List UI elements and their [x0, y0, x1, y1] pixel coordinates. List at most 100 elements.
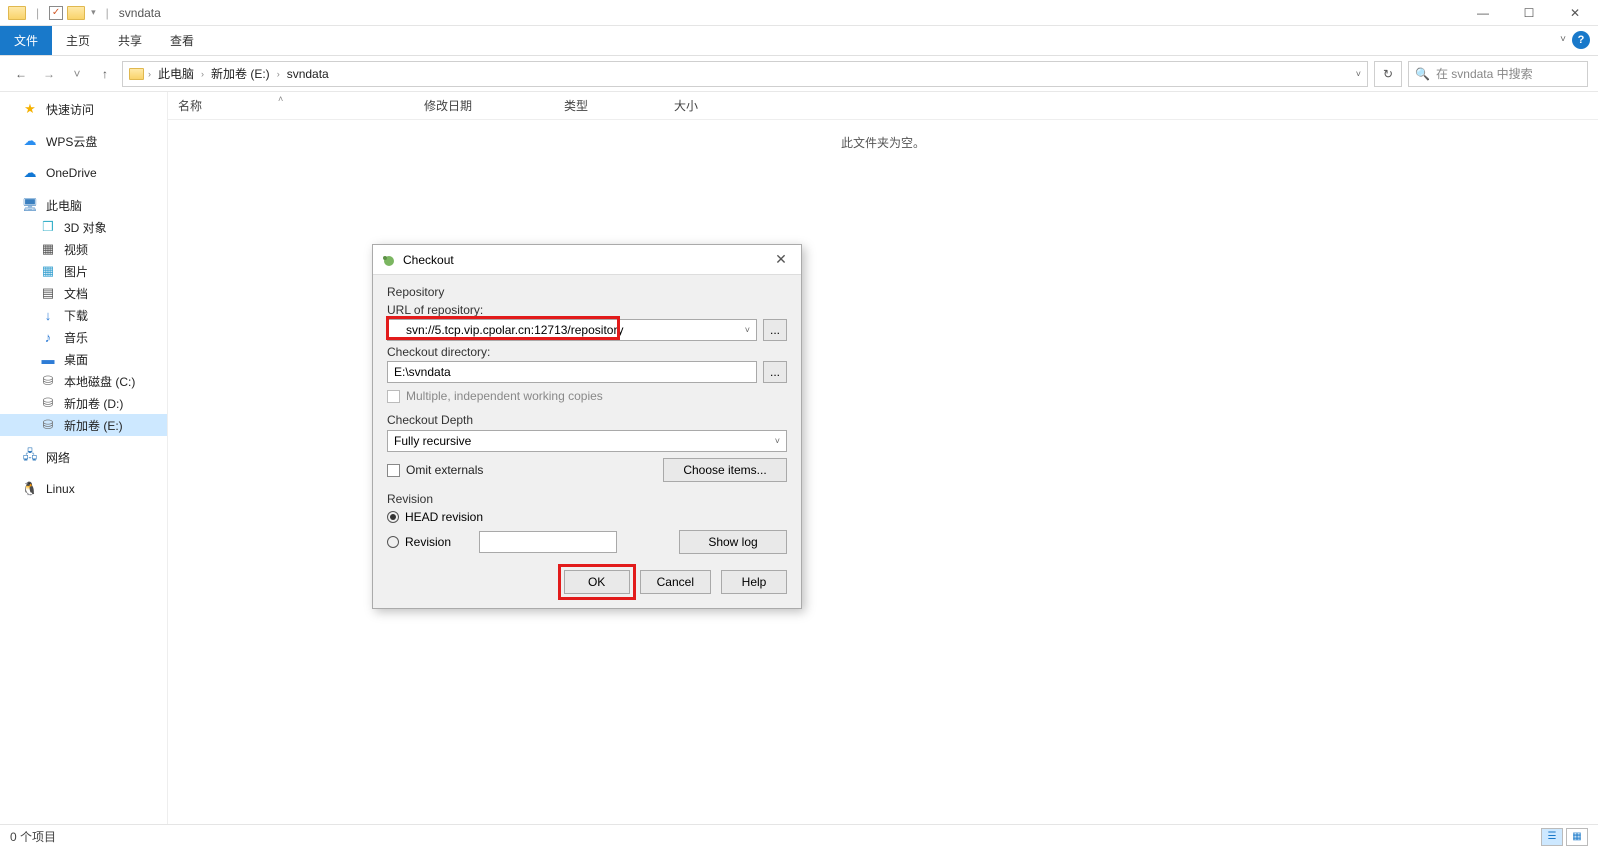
view-large-icons-button[interactable]: ▦	[1566, 828, 1588, 846]
dialog-title-bar[interactable]: Checkout ✕	[373, 245, 801, 275]
sidebar-item-label: 音乐	[64, 329, 88, 346]
checkout-depth-value: Fully recursive	[394, 434, 471, 448]
revision-row[interactable]: Revision	[387, 535, 451, 549]
folder-icon	[129, 68, 144, 80]
folder-icon-2	[67, 6, 85, 20]
sidebar-item-onedrive[interactable]: ☁OneDrive	[0, 162, 167, 184]
column-headers: 名称 ˄ 修改日期 类型 大小	[168, 92, 1598, 120]
tab-file[interactable]: 文件	[0, 26, 52, 55]
sidebar-item-label: 3D 对象	[64, 219, 107, 236]
omit-externals-row[interactable]: Omit externals	[387, 463, 483, 477]
status-bar: 0 个项目 ☰ ▦	[0, 824, 1598, 848]
column-header-size[interactable]: 大小	[664, 97, 744, 114]
tab-share[interactable]: 共享	[104, 26, 156, 55]
chevron-right-icon[interactable]: ›	[277, 69, 280, 79]
nav-forward-button[interactable]: →	[38, 63, 60, 85]
desktop-icon: ▬	[40, 351, 56, 367]
help-button[interactable]: Help	[721, 570, 787, 594]
tortoise-icon	[381, 252, 397, 268]
sort-indicator-icon: ˄	[278, 94, 283, 104]
multiple-copies-label: Multiple, independent working copies	[406, 389, 603, 403]
close-button[interactable]: ✕	[1552, 0, 1598, 26]
cube-icon: ❒	[40, 219, 56, 235]
sidebar-item-linux[interactable]: 🐧 Linux	[0, 478, 167, 500]
sidebar-item-label: 网络	[46, 449, 70, 466]
cancel-button[interactable]: Cancel	[640, 570, 711, 594]
repository-url-input[interactable]: svn://5.tcp.vip.cpolar.cn:12713/reposito…	[387, 319, 757, 341]
ribbon-tabs: 文件 主页 共享 查看 ˅ ?	[0, 26, 1598, 56]
nav-up-button[interactable]: ↑	[94, 63, 116, 85]
sidebar-item-network[interactable]: 🖧 网络	[0, 446, 167, 468]
column-header-date[interactable]: 修改日期	[414, 97, 554, 114]
sidebar-item-3d[interactable]: ❒ 3D 对象	[0, 216, 167, 238]
browse-directory-button[interactable]: ...	[763, 361, 787, 383]
disk-icon: ⛁	[40, 395, 56, 411]
sidebar-item-disk-e[interactable]: ⛁新加卷 (E:)	[0, 414, 167, 436]
cloud-icon: ☁	[22, 133, 38, 149]
ok-button[interactable]: OK	[564, 570, 630, 594]
nav-recent-button[interactable]: ˅	[66, 63, 88, 85]
maximize-button[interactable]: ☐	[1506, 0, 1552, 26]
search-input[interactable]: 🔍 在 svndata 中搜索	[1408, 61, 1588, 87]
head-revision-radio[interactable]	[387, 511, 399, 523]
checkout-directory-input[interactable]: E:\svndata	[387, 361, 757, 383]
chevron-right-icon[interactable]: ›	[148, 69, 151, 79]
sidebar-item-disk-d[interactable]: ⛁ 新加卷 (D:)	[0, 392, 167, 414]
help-icon[interactable]: ?	[1572, 31, 1590, 49]
search-placeholder: 在 svndata 中搜索	[1436, 65, 1533, 82]
status-item-count: 0 个项目	[10, 828, 56, 845]
sidebar-item-documents[interactable]: ▤文档	[0, 282, 167, 304]
network-icon: 🖧	[22, 449, 38, 465]
url-label: URL of repository:	[387, 303, 787, 317]
ribbon-expand-icon[interactable]: ˅	[1560, 34, 1566, 45]
column-label: 名称	[178, 99, 202, 113]
address-bar[interactable]: › 此电脑 › 新加卷 (E:) › svndata ˅	[122, 61, 1368, 87]
chevron-right-icon[interactable]: ›	[201, 69, 204, 79]
sidebar-item-label: 文档	[64, 285, 88, 302]
sidebar-item-label: 新加卷 (D:)	[64, 395, 123, 412]
breadcrumb-drive[interactable]: 新加卷 (E:)	[208, 65, 273, 82]
view-details-button[interactable]: ☰	[1541, 828, 1563, 846]
sidebar-item-quick-access[interactable]: ★快速访问	[0, 98, 167, 120]
omit-externals-checkbox[interactable]	[387, 464, 400, 477]
sidebar-item-pc[interactable]: 🖥此电脑	[0, 194, 167, 216]
onedrive-icon: ☁	[22, 165, 38, 181]
window-controls: — ☐ ✕	[1460, 0, 1598, 26]
chevron-down-icon[interactable]: ˅	[775, 436, 780, 446]
sidebar-item-desktop[interactable]: ▬桌面	[0, 348, 167, 370]
breadcrumb-folder[interactable]: svndata	[284, 67, 332, 81]
sidebar-item-downloads[interactable]: ↓下载	[0, 304, 167, 326]
sidebar-item-label: Linux	[46, 482, 75, 496]
address-dropdown-icon[interactable]: ˅	[1356, 69, 1361, 79]
revision-radio[interactable]	[387, 536, 399, 548]
depth-group-label: Checkout Depth	[387, 413, 787, 427]
linux-icon: 🐧	[22, 481, 38, 497]
checkout-depth-select[interactable]: Fully recursive ˅	[387, 430, 787, 452]
minimize-button[interactable]: —	[1460, 0, 1506, 26]
column-header-name[interactable]: 名称 ˄	[168, 97, 414, 114]
sidebar-item-music[interactable]: ♪音乐	[0, 326, 167, 348]
head-revision-row[interactable]: HEAD revision	[387, 510, 787, 524]
browse-url-button[interactable]: ...	[763, 319, 787, 341]
properties-icon[interactable]: ✓	[49, 6, 63, 20]
tab-view[interactable]: 查看	[156, 26, 208, 55]
choose-items-button[interactable]: Choose items...	[663, 458, 787, 482]
title-bar: | ✓ ▾ | svndata — ☐ ✕	[0, 0, 1598, 26]
repository-group-label: Repository	[387, 285, 787, 299]
sidebar-item-wps[interactable]: ☁ WPS云盘	[0, 130, 167, 152]
refresh-button[interactable]: ↻	[1374, 61, 1402, 87]
nav-back-button[interactable]: ←	[10, 63, 32, 85]
column-header-type[interactable]: 类型	[554, 97, 664, 114]
dialog-title: Checkout	[403, 253, 454, 267]
show-log-button[interactable]: Show log	[679, 530, 787, 554]
revision-number-input[interactable]	[479, 531, 617, 553]
qat-dropdown-icon[interactable]: ▾	[91, 7, 96, 18]
tab-home[interactable]: 主页	[52, 26, 104, 55]
breadcrumb-pc[interactable]: 此电脑	[155, 65, 197, 82]
sidebar-item-video[interactable]: ▦视频	[0, 238, 167, 260]
sidebar-item-label: WPS云盘	[46, 133, 97, 150]
sidebar-item-disk-c[interactable]: ⛁本地磁盘 (C:)	[0, 370, 167, 392]
chevron-down-icon[interactable]: ˅	[745, 325, 750, 335]
sidebar-item-pictures[interactable]: ▦图片	[0, 260, 167, 282]
dialog-close-button[interactable]: ✕	[769, 251, 793, 268]
